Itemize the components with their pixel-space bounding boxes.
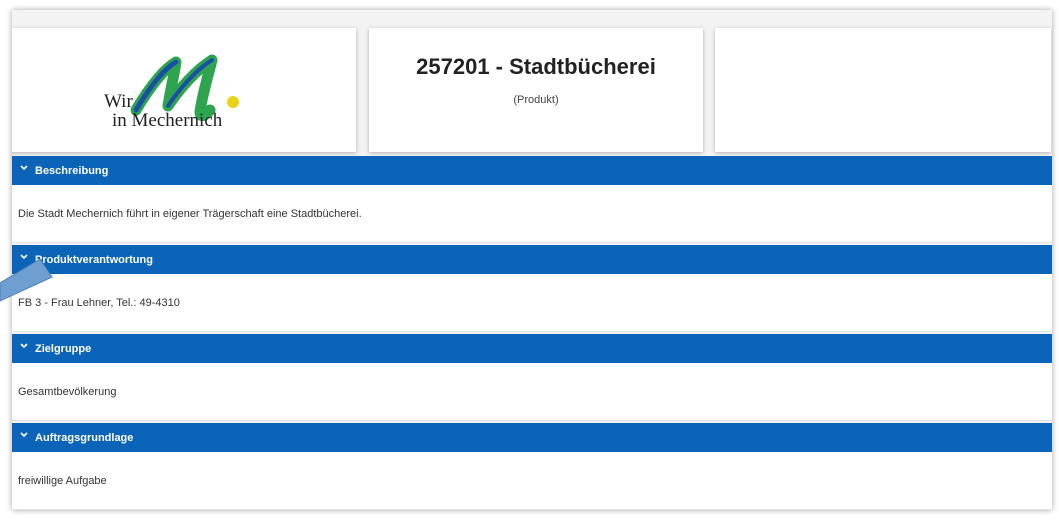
section-title: Auftragsgrundlage — [35, 431, 134, 444]
title-card: 257201 - Stadtbücherei (Produkt) — [369, 28, 703, 152]
section-header-zielgruppe[interactable]: Zielgruppe — [12, 334, 1052, 363]
empty-card — [715, 28, 1051, 152]
product-title: 257201 - Stadtbücherei — [416, 54, 656, 79]
city-logo: Wir in Mechernich — [96, 40, 266, 140]
section-header-auftragsgrundlage[interactable]: Auftragsgrundlage — [12, 423, 1052, 452]
section-content: Gesamtbevölkerung — [12, 363, 1052, 421]
section-title: Beschreibung — [35, 164, 109, 177]
section-auftragsgrundlage: Auftragsgrundlage freiwillige Aufgabe — [12, 423, 1052, 510]
chevron-down-icon — [20, 165, 28, 172]
section-content: freiwillige Aufgabe — [12, 452, 1052, 510]
section-zielgruppe: Zielgruppe Gesamtbevölkerung — [12, 334, 1052, 421]
logo-text-city: in Mechernich — [112, 110, 223, 131]
section-header-produktverantwortung[interactable]: Produktverantwortung — [12, 245, 1052, 274]
product-type-label: (Produkt) — [513, 94, 559, 106]
section-title: Zielgruppe — [35, 342, 92, 355]
chevron-down-icon — [20, 343, 28, 350]
section-beschreibung: Beschreibung Die Stadt Mechernich führt … — [12, 156, 1052, 243]
logo-text-wir: Wir — [104, 91, 133, 112]
callout-pointer-icon — [0, 258, 53, 302]
logo-card: Wir in Mechernich — [12, 28, 356, 152]
chevron-down-icon — [20, 432, 28, 439]
section-content: Die Stadt Mechernich führt in eigener Tr… — [12, 185, 1052, 243]
section-content: FB 3 - Frau Lehner, Tel.: 49-4310 — [12, 274, 1052, 332]
section-produktverantwortung: Produktverantwortung FB 3 - Frau Lehner,… — [12, 245, 1052, 332]
product-page: Wir in Mechernich 257201 - Stadtbücherei… — [12, 10, 1052, 510]
section-header-beschreibung[interactable]: Beschreibung — [12, 156, 1052, 185]
